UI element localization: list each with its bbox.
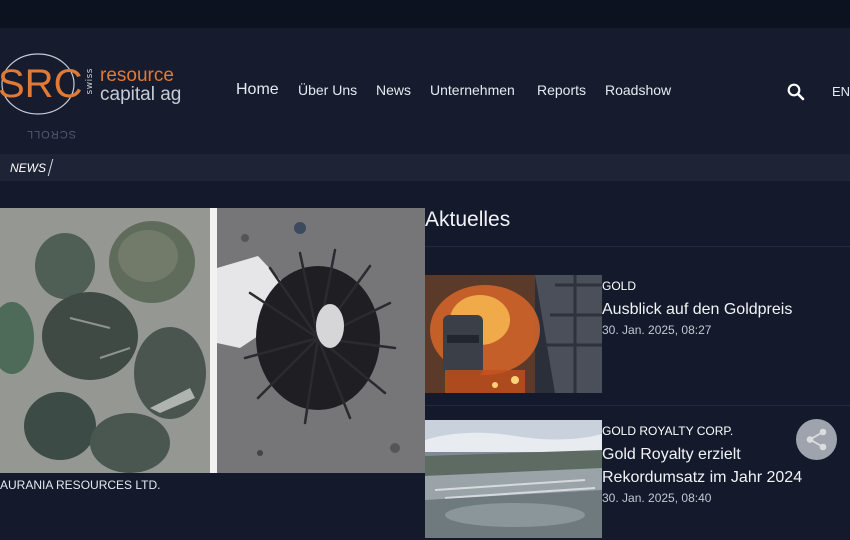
- news-ticker: NEWS: [0, 154, 850, 181]
- share-button[interactable]: [796, 419, 837, 460]
- nav-item-news[interactable]: News: [376, 82, 411, 98]
- share-icon: [806, 428, 827, 451]
- news-thumbnail: [425, 275, 602, 393]
- divider: [425, 246, 850, 247]
- ticker-divider: [47, 159, 54, 176]
- news-thumbnail: [425, 420, 602, 538]
- featured-image: [0, 208, 425, 473]
- news-date: 30. Jan. 2025, 08:40: [602, 491, 712, 505]
- news-date: 30. Jan. 2025, 08:27: [602, 323, 712, 337]
- search-button[interactable]: [787, 83, 805, 105]
- logo-line-2: capital ag: [100, 84, 182, 105]
- ticker-label: NEWS: [10, 161, 46, 175]
- news-category[interactable]: GOLD: [602, 279, 842, 293]
- search-icon: [787, 83, 805, 101]
- nav-item-roadshow[interactable]: Roadshow: [605, 82, 671, 98]
- news-text: GOLD Ausblick auf den Goldpreis 30. Jan.…: [602, 275, 842, 337]
- nav-item-reports[interactable]: Reports: [537, 82, 586, 98]
- logo-letters: SRC: [0, 62, 82, 106]
- divider: [425, 405, 850, 406]
- logo-line-1: resource: [100, 65, 174, 86]
- nav-item-unternehmen[interactable]: Unternehmen: [430, 82, 515, 98]
- scroll-indicator: SCROLL: [26, 128, 77, 140]
- logo-swiss: swiss: [85, 68, 95, 95]
- news-title[interactable]: Ausblick auf den Goldpreis: [602, 298, 842, 321]
- news-item[interactable]: GOLD ROYALTY CORP. Gold Royalty erzielt …: [425, 420, 850, 540]
- nav-item-ueber-uns[interactable]: Über Uns: [298, 82, 357, 98]
- featured-company[interactable]: AURANIA RESOURCES LTD.: [0, 478, 425, 492]
- language-switch[interactable]: EN: [832, 84, 850, 99]
- top-strip: [0, 0, 850, 29]
- news-item[interactable]: GOLD Ausblick auf den Goldpreis 30. Jan.…: [425, 275, 850, 395]
- section-title: Aktuelles: [425, 208, 511, 231]
- featured-story[interactable]: AURANIA RESOURCES LTD.: [0, 208, 425, 500]
- nav-item-home[interactable]: Home: [236, 81, 279, 99]
